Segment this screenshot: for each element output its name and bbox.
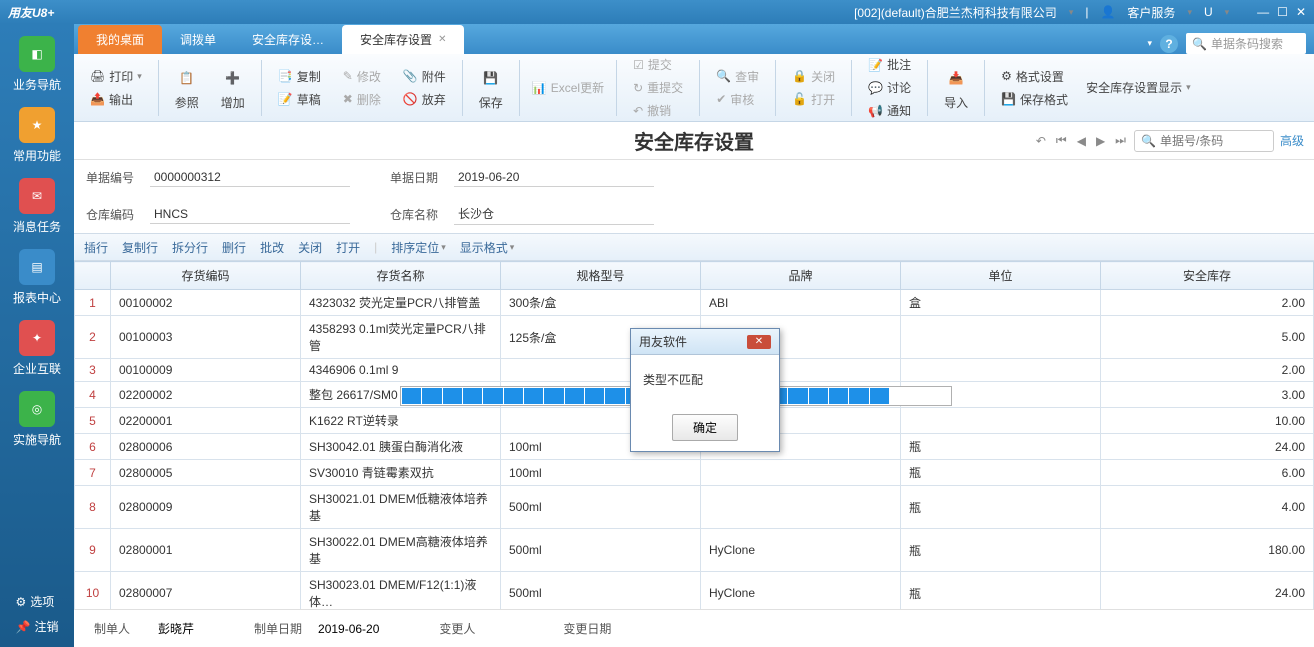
progress-block [443,388,462,404]
dialog-ok-button[interactable]: 确定 [672,414,738,441]
progress-block [870,388,889,404]
dialog-message: 类型不匹配 [631,355,779,404]
progress-block [585,388,604,404]
progress-block [605,388,624,404]
progress-block [931,388,950,404]
error-dialog: 用友软件 ✕ 类型不匹配 确定 [630,328,780,452]
dialog-close-button[interactable]: ✕ [747,335,771,349]
progress-block [402,388,421,404]
progress-block [890,388,909,404]
modal-overlay: 用友软件 ✕ 类型不匹配 确定 [0,0,1314,647]
dialog-title: 用友软件 [639,333,687,350]
progress-block [829,388,848,404]
progress-block [483,388,502,404]
progress-block [544,388,563,404]
progress-block [422,388,441,404]
progress-block [565,388,584,404]
progress-block [524,388,543,404]
progress-block [910,388,929,404]
progress-block [504,388,523,404]
dialog-titlebar: 用友软件 ✕ [631,329,779,355]
progress-block [849,388,868,404]
progress-block [788,388,807,404]
progress-block [809,388,828,404]
progress-block [463,388,482,404]
